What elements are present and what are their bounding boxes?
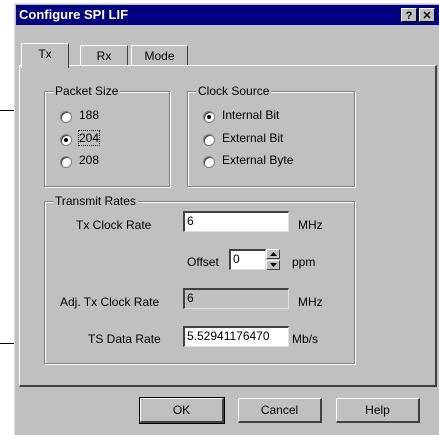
ok-button-label: OK	[172, 403, 191, 417]
offset-label: Offset	[187, 255, 219, 269]
offset-input[interactable]: 0	[229, 249, 266, 270]
chevron-up-icon	[270, 252, 277, 256]
transmit-rates-label: Transmit Rates	[53, 194, 138, 208]
tab-rx-label: Rx	[96, 49, 112, 63]
cancel-button[interactable]: Cancel	[238, 398, 322, 423]
clock-external-byte-radio[interactable]	[203, 156, 215, 168]
ts-data-rate-unit: Mb/s	[292, 332, 319, 346]
help-button[interactable]: Help	[336, 398, 420, 423]
adj-tx-clock-rate-unit: MHz	[298, 295, 323, 309]
chevron-down-icon	[270, 263, 277, 267]
window-title: Configure SPI LIF	[19, 7, 129, 22]
offset-down-button[interactable]	[266, 260, 280, 270]
tab-mode[interactable]: Mode	[131, 45, 188, 67]
tab-rx[interactable]: Rx	[80, 45, 128, 67]
packet-size-label: Packet Size	[53, 84, 121, 98]
packet-size-208-label[interactable]: 208	[79, 153, 99, 167]
packet-size-188-label[interactable]: 188	[79, 108, 99, 122]
clock-external-bit-radio[interactable]	[203, 134, 215, 146]
clock-internal-bit-label[interactable]: Internal Bit	[222, 108, 279, 122]
tab-mode-label: Mode	[144, 49, 175, 63]
offset-stepper[interactable]	[266, 249, 280, 270]
cancel-button-label: Cancel	[260, 403, 299, 417]
adj-tx-clock-rate-field: 6	[183, 288, 289, 309]
tx-clock-rate-label: Tx Clock Rate	[76, 218, 152, 232]
ts-data-rate-field[interactable]: 5.52941176470	[183, 326, 289, 347]
title-bar: Configure SPI LIF ? ✕	[16, 5, 439, 25]
tab-tx-label: Tx	[38, 47, 52, 61]
clock-external-bit-label[interactable]: External Bit	[222, 131, 283, 145]
ok-button[interactable]: OK	[139, 397, 225, 424]
tx-clock-rate-unit: MHz	[298, 218, 323, 232]
clock-source-label: Clock Source	[196, 84, 272, 98]
close-icon[interactable]: ✕	[419, 8, 435, 22]
offset-up-button[interactable]	[266, 249, 280, 259]
tx-clock-rate-input[interactable]: 6	[183, 211, 289, 232]
packet-size-188-radio[interactable]	[60, 111, 72, 123]
help-button-label: Help	[365, 403, 390, 417]
packet-size-208-radio[interactable]	[60, 156, 72, 168]
clock-external-byte-label[interactable]: External Byte	[222, 153, 293, 167]
packet-size-204-radio[interactable]	[60, 134, 72, 146]
packet-size-204-label[interactable]: 204	[77, 130, 101, 146]
offset-unit: ppm	[292, 255, 316, 269]
clock-internal-bit-radio[interactable]	[203, 111, 215, 123]
ts-data-rate-label: TS Data Rate	[88, 332, 161, 346]
adj-tx-clock-rate-label: Adj. Tx Clock Rate	[60, 295, 160, 309]
tab-tx[interactable]: Tx	[21, 43, 69, 68]
help-title-button[interactable]: ?	[401, 8, 417, 22]
